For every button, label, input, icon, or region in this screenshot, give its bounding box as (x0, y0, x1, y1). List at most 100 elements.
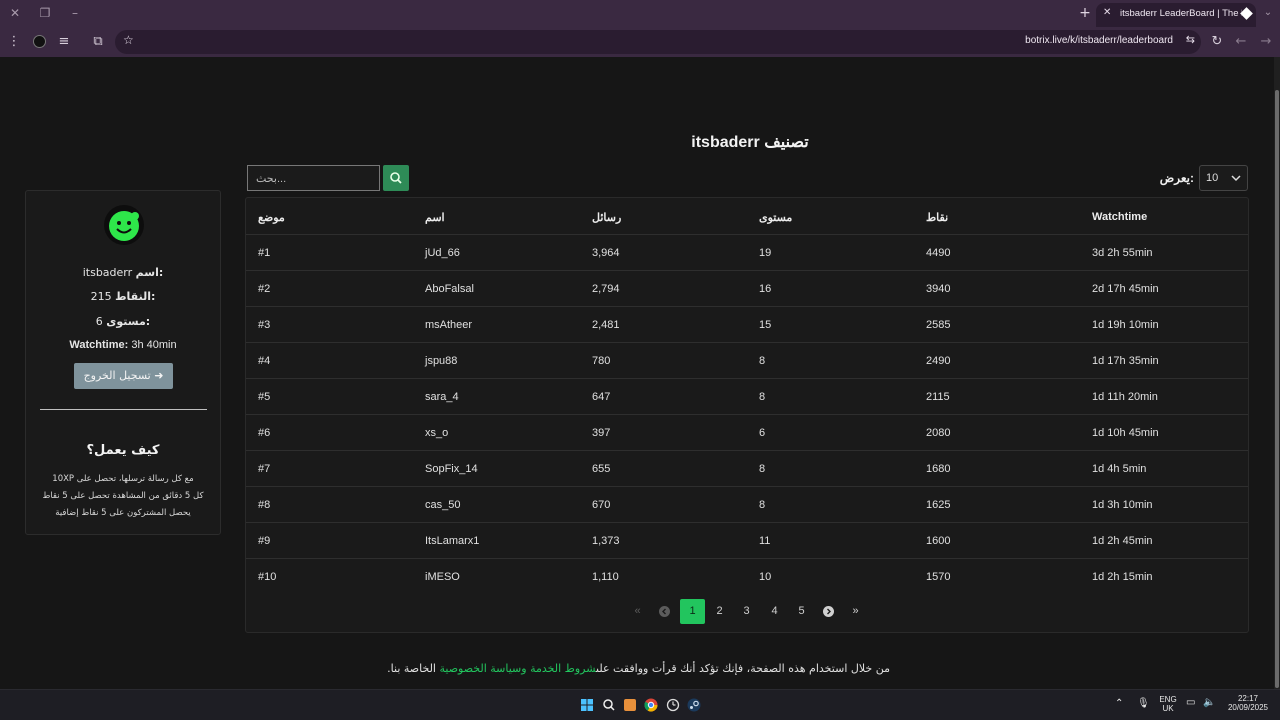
cell-position: #1 (258, 247, 271, 259)
page-4-button[interactable]: 4 (762, 599, 787, 624)
cell-name: ItsLamarx1 (425, 535, 480, 547)
app-icon[interactable] (622, 697, 638, 713)
show-entries-label: يعرض: (1159, 171, 1194, 185)
first-page-button[interactable]: « (625, 599, 650, 624)
cell-watchtime: 1d 10h 45min (1092, 427, 1159, 439)
logout-button[interactable]: تسجيل الخروج ➜ (74, 363, 173, 389)
table-row: #6 xs_o 397 6 2080 1d 10h 45min (246, 414, 1248, 450)
tray-overflow-icon[interactable]: ⌃ (1115, 698, 1123, 709)
col-points[interactable]: نقاط (926, 211, 948, 224)
page-5-button[interactable]: 5 (789, 599, 814, 624)
tab-search-chevron-icon[interactable]: ⌄ (1259, 5, 1277, 21)
table-row: #7 SopFix_14 655 8 1680 1d 4h 5min (246, 450, 1248, 486)
windows-start-icon[interactable] (579, 697, 595, 713)
next-page-button[interactable] (816, 599, 841, 624)
pagination: « 1 2 3 4 5 » (245, 599, 1249, 625)
page-2-button[interactable]: 2 (707, 599, 732, 624)
show-entries-select[interactable]: 10 (1199, 165, 1248, 191)
volume-icon[interactable]: 🔈 (1203, 697, 1215, 708)
cell-level: 8 (759, 391, 766, 403)
tab-close-icon[interactable]: ✕ (1103, 7, 1111, 18)
tab-favicon-icon (1240, 7, 1253, 20)
cell-points: 2115 (926, 391, 950, 403)
new-tab-icon[interactable]: + (1076, 5, 1094, 21)
cell-messages: 780 (592, 355, 611, 367)
clock[interactable]: 22:17 20/09/2025 (1222, 694, 1274, 712)
search-taskbar-icon[interactable] (601, 697, 617, 713)
cell-name: xs_o (425, 427, 449, 439)
reading-list-icon[interactable]: ≡ (54, 32, 74, 52)
cell-name: cas_50 (425, 499, 461, 511)
steam-icon[interactable] (686, 697, 702, 713)
close-window-icon[interactable]: ✕ (6, 5, 24, 21)
cell-points: 3940 (926, 283, 951, 295)
cell-level: 6 (759, 427, 766, 439)
back-icon[interactable]: → (1256, 32, 1276, 52)
cell-messages: 1,110 (592, 571, 619, 583)
cell-watchtime: 1d 3h 10min (1092, 499, 1153, 511)
scrollbar-thumb[interactable] (1275, 90, 1279, 688)
cell-position: #5 (258, 391, 271, 403)
browser-tab-bar: ✕ ❐ – + ✕ itsbaderr LeaderBoard | The be… (0, 0, 1280, 27)
cell-position: #4 (258, 355, 271, 367)
minimize-window-icon[interactable]: – (66, 5, 84, 21)
leaderboard-table: موضع اسم رسائل مستوى نقاط Watchtime #1 jU… (245, 197, 1249, 633)
address-bar[interactable]: ☆ botrix.live/k/itsbaderr/leaderboard ⇆ (115, 30, 1201, 54)
bookmark-star-icon[interactable]: ☆ (123, 33, 134, 47)
table-row: #5 sara_4 647 8 2115 1d 11h 20min (246, 378, 1248, 414)
profile-avatar-icon[interactable] (29, 32, 49, 52)
page-1-button[interactable]: 1 (680, 599, 705, 624)
cell-level: 8 (759, 499, 766, 511)
last-page-button[interactable]: » (843, 599, 868, 624)
cell-name: iMESO (425, 571, 460, 583)
table-row: #3 msAtheer 2,481 15 2585 1d 19h 10min (246, 306, 1248, 342)
col-name[interactable]: اسم (425, 211, 445, 224)
leaderboard-title: itsbaderr تصنيف (691, 134, 809, 151)
restore-window-icon[interactable]: ❐ (36, 5, 54, 21)
search-icon (390, 172, 402, 184)
table-row: #10 iMESO 1,110 10 1570 1d 2h 15min (246, 558, 1248, 594)
menu-icon[interactable]: ⋮ (4, 32, 24, 52)
page-3-button[interactable]: 3 (734, 599, 759, 624)
extensions-icon[interactable]: ⧉ (88, 32, 108, 52)
chrome-icon[interactable] (643, 697, 659, 713)
cell-watchtime: 1d 4h 5min (1092, 463, 1147, 475)
col-messages[interactable]: رسائل (592, 211, 621, 224)
forward-icon[interactable]: ← (1231, 32, 1251, 52)
network-icon[interactable]: ▭ (1186, 697, 1195, 708)
cell-watchtime: 1d 17h 35min (1092, 355, 1159, 367)
divider (40, 409, 207, 410)
search-input[interactable]: بحث... (247, 165, 380, 191)
how-line-1: مع كل رسالة ترسلها، تحصل على 10XP (52, 474, 194, 484)
how-line-3: يحصل المشتركون على 5 نقاط إضافية (55, 508, 191, 518)
cell-messages: 1,373 (592, 535, 620, 547)
page-content: itsbaderr تصنيف بحث... يعرض: 10 موضع اسم… (0, 57, 1274, 689)
cell-messages: 655 (592, 463, 611, 475)
footer-terms: من خلال استخدام هذه الصفحة، فإنك تؤكد أن… (387, 662, 890, 675)
cell-position: #9 (258, 535, 271, 547)
profile-points: 215 النقاط: (90, 290, 156, 303)
microphone-icon[interactable]: 🎙 (1137, 698, 1150, 709)
cell-watchtime: 1d 2h 45min (1092, 535, 1153, 547)
language-indicator[interactable]: ENG UK (1154, 695, 1182, 713)
col-watchtime[interactable]: Watchtime (1092, 211, 1147, 223)
reload-icon[interactable]: ↻ (1207, 32, 1227, 52)
cell-points: 1680 (926, 463, 951, 475)
site-settings-icon[interactable]: ⇆ (1186, 33, 1195, 46)
terms-link[interactable]: شروط الخدمة وسياسة الخصوصية (439, 662, 596, 675)
taskbar: ⌃ 🎙 ENG UK ▭ 🔈 22:17 20/09/2025 (0, 689, 1280, 720)
cell-messages: 2,794 (592, 283, 620, 295)
cell-position: #6 (258, 427, 271, 439)
cell-name: sara_4 (425, 391, 459, 403)
search-button[interactable] (383, 165, 409, 191)
cell-messages: 670 (592, 499, 611, 511)
active-tab[interactable]: ✕ itsbaderr LeaderBoard | The be (1096, 3, 1256, 27)
clock-app-icon[interactable] (665, 697, 681, 713)
col-position[interactable]: موضع (258, 211, 285, 224)
col-level[interactable]: مستوى (759, 211, 792, 224)
cell-level: 10 (759, 571, 772, 583)
chevron-down-icon (1231, 175, 1241, 182)
prev-page-button[interactable] (652, 599, 677, 624)
table-row: #4 jspu88 780 8 2490 1d 17h 35min (246, 342, 1248, 378)
cell-position: #2 (258, 283, 271, 295)
